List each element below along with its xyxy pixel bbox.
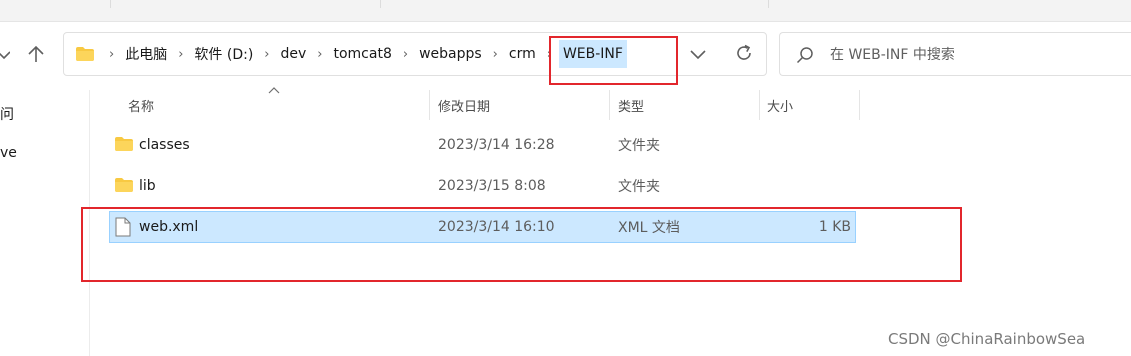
search-icon	[796, 47, 813, 64]
file-size: 1 KB	[818, 219, 851, 235]
forward-chevron-icon[interactable]	[0, 48, 10, 62]
breadcrumb-this-pc[interactable]: 此电脑	[121, 44, 171, 64]
column-header-label: 大小	[767, 99, 794, 115]
watermark: CSDN @ChinaRainbowSea	[888, 330, 1086, 348]
file-row-classes[interactable]: classes 2023/3/14 16:28 文件夹	[109, 129, 856, 161]
breadcrumb-separator[interactable]: ›	[257, 47, 276, 62]
file-date: 2023/3/14 16:10	[438, 219, 555, 235]
column-header-date[interactable]: 修改日期	[430, 90, 610, 120]
file-type: XML 文档	[618, 220, 680, 236]
folder-icon	[76, 47, 94, 61]
column-header-label: 修改日期	[438, 99, 491, 115]
nav-pane-item[interactable]: 问	[0, 104, 14, 124]
navigation-bar: › 此电脑 › 软件 (D:) › dev › tomcat8 › webapp…	[0, 22, 1131, 86]
file-name: classes	[139, 137, 190, 153]
breadcrumb-separator[interactable]: ›	[540, 47, 559, 62]
toolbar-divider	[110, 0, 111, 8]
toolbar-divider	[380, 0, 381, 8]
file-row-lib[interactable]: lib 2023/3/15 8:08 文件夹	[109, 170, 856, 202]
file-row-web-xml[interactable]: web.xml 2023/3/14 16:10 XML 文档 1 KB	[109, 211, 856, 243]
toolbar-divider	[768, 0, 769, 8]
up-arrow-icon	[28, 45, 44, 62]
breadcrumb-webapps[interactable]: webapps	[415, 46, 486, 62]
breadcrumb-separator[interactable]: ›	[102, 47, 121, 62]
breadcrumb-separator[interactable]: ›	[171, 47, 190, 62]
file-name: web.xml	[139, 219, 199, 235]
breadcrumb-dev[interactable]: dev	[276, 46, 310, 62]
column-header-label: 名称	[128, 99, 155, 115]
breadcrumb-drive-d[interactable]: 软件 (D:)	[190, 44, 257, 64]
up-arrow-button[interactable]	[24, 42, 48, 66]
folder-icon	[115, 137, 133, 151]
refresh-icon	[737, 44, 751, 60]
breadcrumb: › 此电脑 › 软件 (D:) › dev › tomcat8 › webapp…	[102, 33, 627, 75]
nav-pane-item[interactable]: ve	[0, 145, 17, 161]
breadcrumb-crm[interactable]: crm	[505, 46, 540, 62]
chevron-down-icon	[690, 50, 706, 60]
search-input[interactable]	[830, 44, 1120, 66]
column-header-label: 类型	[618, 99, 645, 115]
file-size	[760, 129, 851, 161]
column-header-type[interactable]: 类型	[610, 90, 760, 120]
top-toolbar-strip	[0, 0, 1131, 22]
file-type: 文件夹	[618, 138, 660, 154]
folder-icon	[115, 178, 133, 192]
search-box[interactable]	[779, 32, 1131, 76]
refresh-button[interactable]	[734, 43, 754, 63]
column-header-name[interactable]: 名称	[109, 90, 430, 120]
navigation-pane[interactable]: 问 ve	[0, 90, 90, 356]
file-size	[760, 170, 851, 202]
file-icon	[115, 217, 131, 237]
file-name: lib	[139, 178, 156, 194]
file-date: 2023/3/14 16:28	[438, 137, 555, 153]
address-history-dropdown[interactable]	[690, 50, 706, 60]
column-header-size[interactable]: 大小	[760, 90, 860, 120]
file-date: 2023/3/15 8:08	[438, 178, 546, 194]
breadcrumb-separator[interactable]: ›	[396, 47, 415, 62]
file-type: 文件夹	[618, 179, 660, 195]
breadcrumb-separator[interactable]: ›	[486, 47, 505, 62]
breadcrumb-web-inf[interactable]: WEB-INF	[558, 40, 627, 68]
breadcrumb-tomcat8[interactable]: tomcat8	[329, 46, 395, 62]
address-bar[interactable]: › 此电脑 › 软件 (D:) › dev › tomcat8 › webapp…	[63, 32, 767, 76]
breadcrumb-separator[interactable]: ›	[310, 47, 329, 62]
